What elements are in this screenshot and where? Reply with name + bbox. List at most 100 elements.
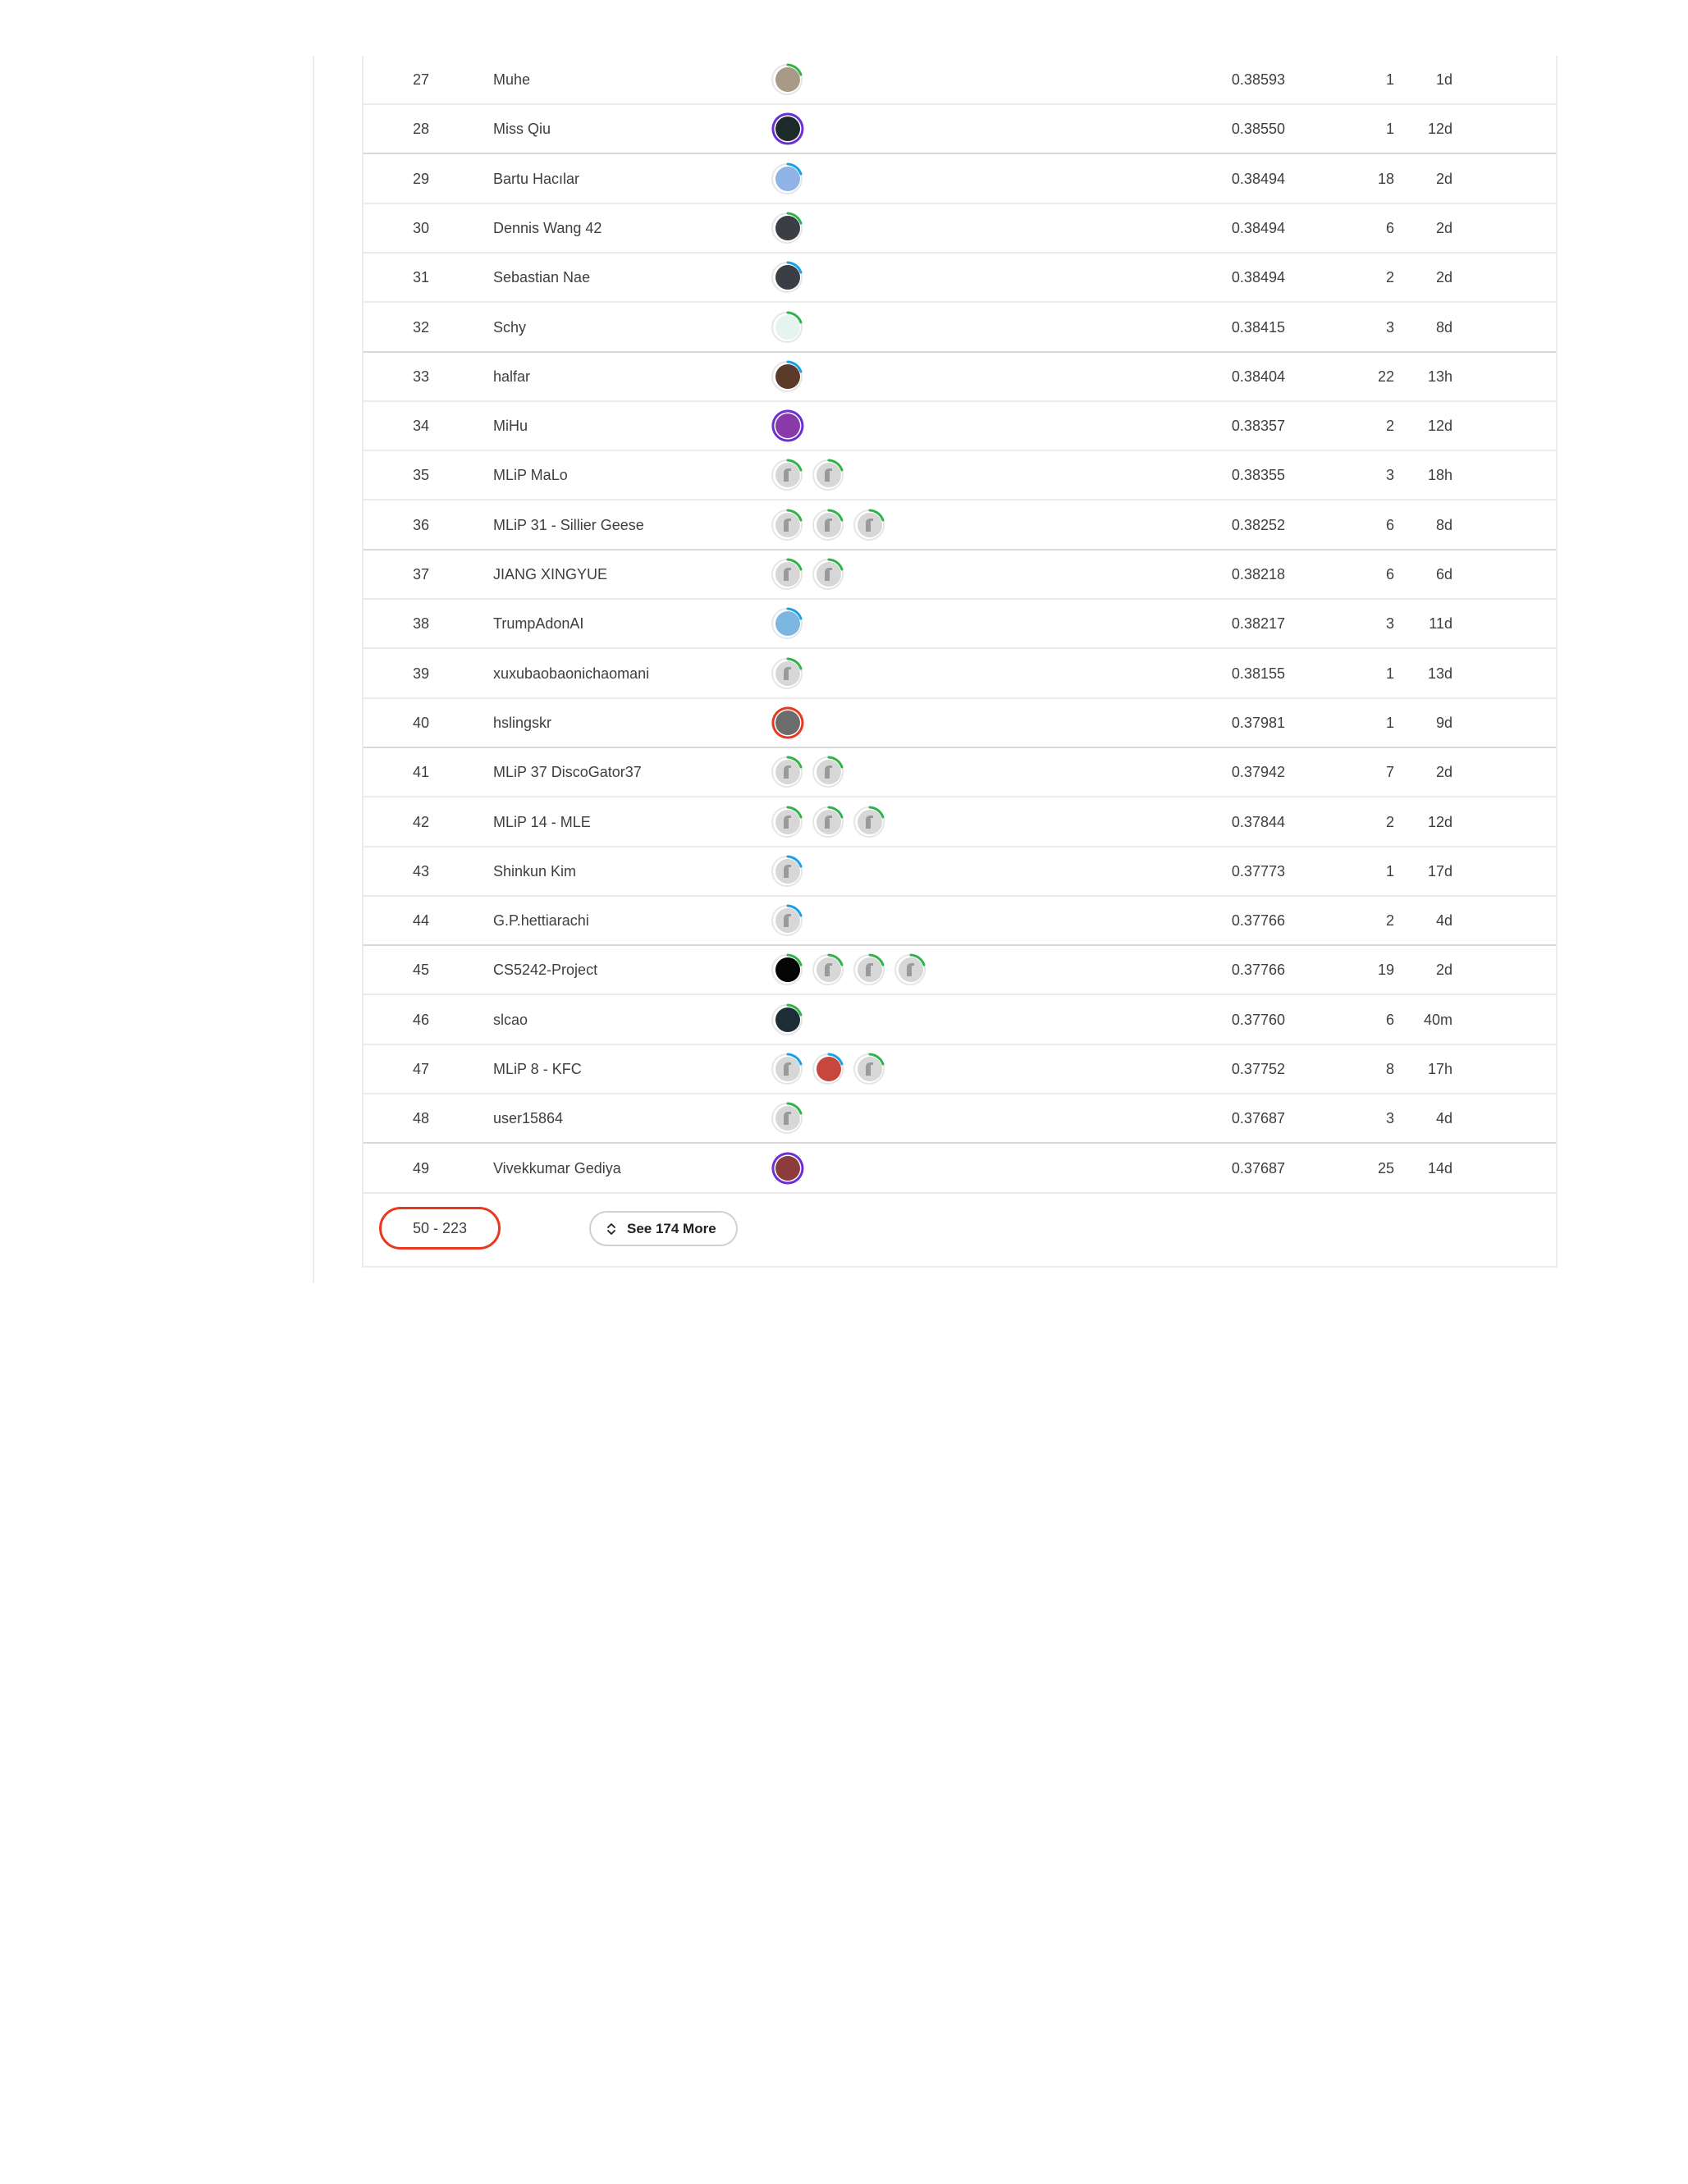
team-name[interactable]: hslingskr	[493, 699, 551, 747]
avatar[interactable]	[771, 112, 804, 145]
team-members	[771, 1094, 812, 1142]
table-row[interactable]: 38 TrumpAdonAI 0.38217 3 11d	[364, 600, 1556, 650]
avatar[interactable]	[771, 311, 804, 344]
team-name[interactable]: halfar	[493, 353, 530, 400]
last-submission-cell: 12d	[1427, 418, 1452, 435]
team-name[interactable]: CS5242-Project	[493, 946, 597, 994]
table-row[interactable]: 29 Bartu Hacılar 0.38494 18 2d	[364, 155, 1556, 204]
avatar[interactable]	[812, 459, 845, 491]
avatar[interactable]	[894, 953, 927, 986]
rank-cell: 29	[412, 170, 430, 187]
avatar[interactable]	[853, 509, 886, 541]
table-row[interactable]: 27 Muhe 0.38593 1 1d	[364, 56, 1556, 105]
table-row[interactable]: 34 MiHu 0.38357 2 12d	[364, 402, 1556, 452]
team-members	[771, 402, 812, 450]
avatar[interactable]	[771, 558, 804, 591]
avatar[interactable]	[771, 261, 804, 294]
team-name[interactable]: slcao	[493, 996, 528, 1044]
table-row[interactable]: 30 Dennis Wang 42 0.38494 6 2d	[364, 204, 1556, 254]
avatar[interactable]	[771, 360, 804, 393]
table-row[interactable]: 43 Shinkun Kim 0.37773 1 17d	[364, 848, 1556, 897]
team-members	[771, 254, 812, 301]
table-row[interactable]: 39 xuxubaobaonichaomani 0.38155 1 13d	[364, 650, 1556, 699]
rank-cell: 45	[412, 962, 430, 979]
score-cell: 0.37773	[1231, 862, 1285, 880]
team-name[interactable]: MLiP 8 - KFC	[493, 1045, 582, 1093]
team-name[interactable]: MLiP MaLo	[493, 451, 568, 499]
avatar[interactable]	[812, 1053, 845, 1085]
entries-cell: 1	[1385, 121, 1394, 138]
team-name[interactable]: Muhe	[493, 56, 530, 103]
team-name[interactable]: Schy	[493, 304, 526, 351]
table-row[interactable]: 31 Sebastian Nae 0.38494 2 2d	[364, 254, 1556, 304]
team-name[interactable]: Dennis Wang 42	[493, 204, 602, 252]
table-row[interactable]: 47 MLiP 8 - KFC 0.37752 8 17h	[364, 1045, 1556, 1094]
avatar[interactable]	[771, 63, 804, 96]
team-name[interactable]: MiHu	[493, 402, 528, 450]
rank-cell: 37	[412, 566, 430, 583]
avatar[interactable]	[771, 706, 804, 739]
avatar[interactable]	[853, 953, 886, 986]
score-cell: 0.38355	[1231, 467, 1285, 484]
table-row[interactable]: 36 MLiP 31 - Sillier Geese 0.38252 6 8d	[364, 501, 1556, 551]
avatar[interactable]	[812, 509, 845, 541]
team-name[interactable]: JIANG XINGYUE	[493, 551, 607, 598]
avatar[interactable]	[771, 162, 804, 195]
team-name[interactable]: Sebastian Nae	[493, 254, 590, 301]
avatar[interactable]	[771, 1053, 804, 1085]
table-row[interactable]: 45 CS5242-Project 0.37766 19 2d	[364, 946, 1556, 996]
avatar[interactable]	[771, 657, 804, 690]
avatar[interactable]	[771, 212, 804, 244]
team-name[interactable]: MLiP 14 - MLE	[493, 798, 591, 846]
avatar[interactable]	[771, 607, 804, 640]
avatar[interactable]	[812, 953, 845, 986]
see-more-button[interactable]: See 174 More	[589, 1211, 738, 1246]
avatar[interactable]	[771, 953, 804, 986]
team-name[interactable]: user15864	[493, 1094, 563, 1142]
team-name[interactable]: MLiP 37 DiscoGator37	[493, 748, 642, 796]
avatar[interactable]	[771, 855, 804, 888]
avatar[interactable]	[812, 558, 845, 591]
last-submission-cell: 12d	[1427, 121, 1452, 138]
avatar[interactable]	[771, 409, 804, 442]
table-row[interactable]: 28 Miss Qiu 0.38550 1 12d	[364, 105, 1556, 155]
table-row[interactable]: 35 MLiP MaLo 0.38355 3 18h	[364, 451, 1556, 501]
avatar[interactable]	[771, 1102, 804, 1135]
avatar[interactable]	[812, 756, 845, 788]
avatar[interactable]	[771, 1152, 804, 1185]
table-row[interactable]: 49 Vivekkumar Gediya 0.37687 25 14d	[364, 1145, 1556, 1194]
team-name[interactable]: xuxubaobaonichaomani	[493, 650, 649, 697]
table-row[interactable]: 44 G.P.hettiarachi 0.37766 2 4d	[364, 897, 1556, 947]
last-submission-cell: 13d	[1427, 665, 1452, 682]
team-name[interactable]: MLiP 31 - Sillier Geese	[493, 501, 644, 549]
avatar[interactable]	[771, 756, 804, 788]
table-row[interactable]: 40 hslingskr 0.37981 1 9d	[364, 699, 1556, 748]
table-row[interactable]: 41 MLiP 37 DiscoGator37 0.37942 7 2d	[364, 748, 1556, 798]
team-name[interactable]: TrumpAdonAI	[493, 600, 583, 647]
table-row[interactable]: 42 MLiP 14 - MLE 0.37844 2 12d	[364, 798, 1556, 848]
avatar[interactable]	[771, 1003, 804, 1036]
team-name[interactable]: G.P.hettiarachi	[493, 897, 589, 944]
team-name[interactable]: Shinkun Kim	[493, 848, 576, 895]
avatar[interactable]	[771, 904, 804, 937]
table-row[interactable]: 48 user15864 0.37687 3 4d	[364, 1094, 1556, 1145]
team-name[interactable]: Vivekkumar Gediya	[493, 1145, 621, 1192]
rank-cell: 47	[412, 1061, 430, 1077]
entries-cell: 6	[1385, 516, 1394, 533]
avatar[interactable]	[853, 1053, 886, 1085]
team-name[interactable]: Bartu Hacılar	[493, 155, 579, 203]
team-name[interactable]: Miss Qiu	[493, 105, 551, 153]
avatar[interactable]	[771, 806, 804, 838]
table-row[interactable]: 46 slcao 0.37760 6 40m	[364, 996, 1556, 1045]
table-row[interactable]: 32 Schy 0.38415 3 8d	[364, 304, 1556, 353]
last-submission-cell: 12d	[1427, 813, 1452, 830]
entries-cell: 22	[1377, 368, 1394, 385]
avatar[interactable]	[853, 806, 886, 838]
table-row[interactable]: 37 JIANG XINGYUE 0.38218 6 6d	[364, 551, 1556, 600]
entries-cell: 2	[1385, 813, 1394, 830]
team-members	[771, 304, 812, 351]
avatar[interactable]	[812, 806, 845, 838]
avatar[interactable]	[771, 509, 804, 541]
avatar[interactable]	[771, 459, 804, 491]
table-row[interactable]: 33 halfar 0.38404 22 13h	[364, 353, 1556, 402]
